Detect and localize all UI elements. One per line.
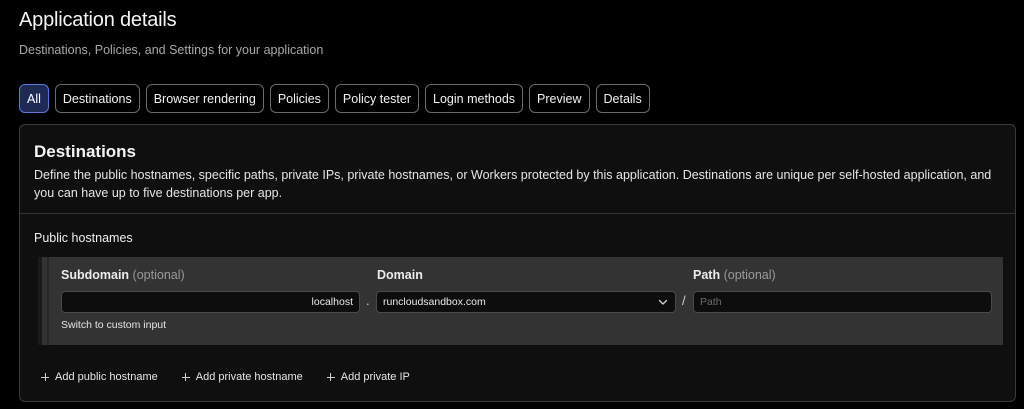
tab-policy-tester[interactable]: Policy tester [334,84,420,113]
add-public-hostname-button[interactable]: Add public hostname [41,371,158,383]
slash-separator: / [682,293,686,308]
chevron-down-icon [658,299,668,305]
tab-browser-rendering[interactable]: Browser rendering [145,84,264,113]
path-optional-text: (optional) [723,268,776,282]
domain-select[interactable]: runcloudsandbox.com [376,291,676,313]
add-destination-actions: Add public hostname Add private hostname… [41,371,410,383]
tab-login-methods[interactable]: Login methods [425,84,524,113]
tab-all[interactable]: All [19,84,49,113]
tab-preview[interactable]: Preview [529,84,590,113]
add-public-hostname-label: Add public hostname [55,371,158,383]
tab-destinations[interactable]: Destinations [54,84,140,113]
tab-policies[interactable]: Policies [269,84,329,113]
subdomain-label-text: Subdomain [61,268,130,282]
path-input[interactable]: Path [693,291,992,313]
subdomain-optional-text: (optional) [132,268,185,282]
plus-icon [326,373,335,381]
divider [20,213,1015,214]
dot-separator: . [366,293,370,308]
domain-select-value: runcloudsandbox.com [383,296,486,308]
page-title: Application details [19,9,177,31]
add-private-ip-button[interactable]: Add private IP [326,371,410,383]
add-private-ip-label: Add private IP [340,371,410,383]
switch-to-custom-input-link[interactable]: Switch to custom input [61,319,166,331]
tab-details[interactable]: Details [595,84,650,113]
page-subtitle: Destinations, Policies, and Settings for… [19,43,324,57]
destinations-panel: Destinations Define the public hostnames… [19,124,1016,402]
path-label-text: Path [693,268,721,282]
add-private-hostname-button[interactable]: Add private hostname [181,371,303,383]
public-hostname-row: Subdomain (optional) localhost . Domain … [38,257,1003,345]
subdomain-input[interactable]: localhost [61,291,360,313]
tab-bar: All Destinations Browser rendering Polic… [19,84,650,113]
section-title: Destinations [34,142,137,161]
plus-icon [181,373,190,381]
subdomain-label: Subdomain (optional) [61,268,185,282]
domain-label: Domain [377,268,423,282]
public-hostnames-label: Public hostnames [34,231,133,245]
section-description: Define the public hostnames, specific pa… [34,168,992,200]
path-label: Path (optional) [693,268,776,282]
plus-icon [41,373,49,381]
add-private-hostname-label: Add private hostname [195,371,303,383]
